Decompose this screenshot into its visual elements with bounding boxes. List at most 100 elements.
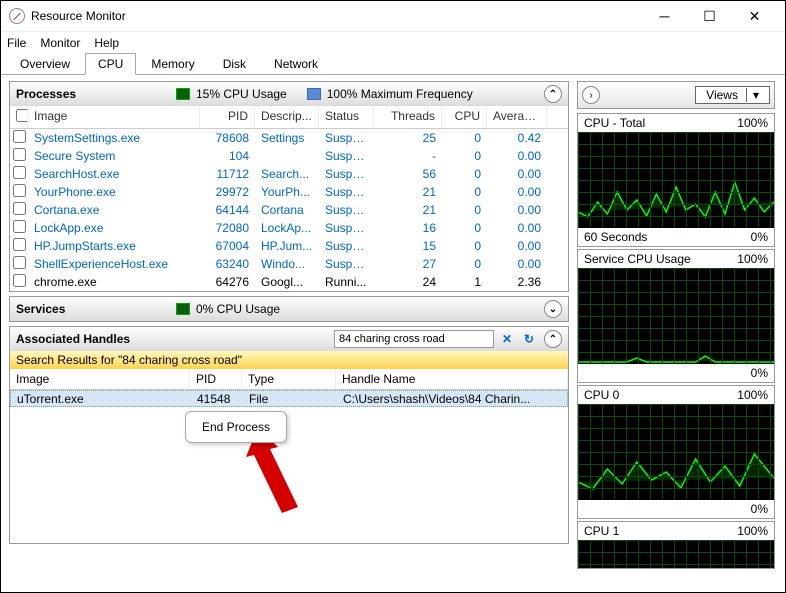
cell-status: Suspe... xyxy=(319,239,374,253)
col-cpu[interactable]: CPU xyxy=(442,106,487,128)
window-controls: ─ ☐ ✕ xyxy=(642,2,777,30)
g2-title: Service CPU Usage xyxy=(584,252,691,266)
cell-desc: YourPh... xyxy=(255,185,319,199)
cell-cpu: 0 xyxy=(442,221,487,235)
g1-chart xyxy=(578,132,774,228)
app-icon xyxy=(9,8,25,24)
menu-bar: File Monitor Help xyxy=(1,31,785,53)
row-checkbox[interactable] xyxy=(13,202,26,215)
col-pid[interactable]: PID xyxy=(200,106,255,128)
cpu-usage-stat: 15% CPU Usage xyxy=(176,87,287,101)
cell-avg: 0.00 xyxy=(487,221,547,235)
g1-title: CPU - Total xyxy=(584,116,645,130)
menu-file[interactable]: File xyxy=(7,36,26,50)
collapse-icon[interactable]: ⌃ xyxy=(544,85,562,103)
col-image[interactable]: Image xyxy=(28,106,200,128)
cell-image: YourPhone.exe xyxy=(28,185,200,199)
cell-cpu: 0 xyxy=(442,131,487,145)
h-type: File xyxy=(243,392,337,406)
processes-rows: SystemSettings.exe78608SettingsSuspe...2… xyxy=(10,129,568,291)
processes-header[interactable]: Processes 15% CPU Usage 100% Maximum Fre… xyxy=(10,82,568,106)
cell-desc: Search... xyxy=(255,167,319,181)
cell-threads: 25 xyxy=(374,131,442,145)
expand-left-icon[interactable]: › xyxy=(582,86,600,104)
maximize-button[interactable]: ☐ xyxy=(687,2,732,30)
tab-disk[interactable]: Disk xyxy=(210,53,259,74)
col-desc[interactable]: Descrip... xyxy=(255,106,319,128)
col-h-pid[interactable]: PID xyxy=(190,369,242,389)
handles-search-input[interactable] xyxy=(334,330,494,348)
cell-image: ShellExperienceHost.exe xyxy=(28,257,200,271)
services-usage-stat: 0% CPU Usage xyxy=(176,302,280,316)
cell-cpu: 0 xyxy=(442,185,487,199)
table-row[interactable]: LockApp.exe72080LockAp...Suspe...1600.00 xyxy=(10,219,568,237)
tab-memory[interactable]: Memory xyxy=(138,53,207,74)
window-title: Resource Monitor xyxy=(31,9,642,23)
cell-avg: 0.00 xyxy=(487,239,547,253)
cell-threads: 16 xyxy=(374,221,442,235)
row-checkbox[interactable] xyxy=(13,274,26,287)
close-button[interactable]: ✕ xyxy=(732,2,777,30)
row-checkbox[interactable] xyxy=(13,220,26,233)
handles-row[interactable]: uTorrent.exe 41548 File C:\Users\shash\V… xyxy=(10,390,568,407)
graph-service-cpu: Service CPU Usage100% 0% xyxy=(577,249,775,383)
col-h-type[interactable]: Type xyxy=(242,369,336,389)
services-header[interactable]: Services 0% CPU Usage ⌄ xyxy=(10,297,568,321)
tab-network[interactable]: Network xyxy=(261,53,331,74)
row-checkbox[interactable] xyxy=(13,166,26,179)
views-button[interactable]: Views▾ xyxy=(695,86,770,104)
g1-pct: 100% xyxy=(737,116,768,130)
collapse-icon[interactable]: ⌄ xyxy=(544,300,562,318)
tab-overview[interactable]: Overview xyxy=(7,53,83,74)
cell-pid: 67004 xyxy=(200,239,255,253)
cell-avg: 0.00 xyxy=(487,203,547,217)
cell-image: LockApp.exe xyxy=(28,221,200,235)
refresh-icon[interactable]: ↻ xyxy=(520,330,538,348)
table-row[interactable]: SearchHost.exe11712Search...Suspe...5600… xyxy=(10,165,568,183)
handles-header[interactable]: Associated Handles ✕ ↻ ⌃ xyxy=(10,327,568,351)
table-row[interactable]: HP.JumpStarts.exe67004HP.Jum...Suspe...1… xyxy=(10,237,568,255)
cell-cpu: 0 xyxy=(442,167,487,181)
g4-pct: 100% xyxy=(737,524,768,538)
services-usage-icon xyxy=(176,303,190,315)
table-row[interactable]: ShellExperienceHost.exe63240Windo...Susp… xyxy=(10,255,568,273)
menu-help[interactable]: Help xyxy=(94,36,119,50)
table-row[interactable]: YourPhone.exe29972YourPh...Suspe...2100.… xyxy=(10,183,568,201)
ctx-end-process[interactable]: End Process xyxy=(186,416,286,438)
clear-search-icon[interactable]: ✕ xyxy=(498,330,516,348)
cell-status: Runni... xyxy=(319,275,374,289)
row-checkbox[interactable] xyxy=(13,148,26,161)
cell-image: SystemSettings.exe xyxy=(28,131,200,145)
menu-monitor[interactable]: Monitor xyxy=(40,36,80,50)
cpu-freq-icon xyxy=(307,88,321,100)
row-checkbox[interactable] xyxy=(13,184,26,197)
cell-cpu: 0 xyxy=(442,257,487,271)
select-all-checkbox[interactable] xyxy=(16,109,28,122)
row-checkbox[interactable] xyxy=(13,130,26,143)
row-checkbox[interactable] xyxy=(13,256,26,269)
g2-pct: 100% xyxy=(737,252,768,266)
context-menu: End Process xyxy=(185,411,287,443)
cell-status: Suspe... xyxy=(319,185,374,199)
g1-foot-r: 0% xyxy=(751,230,768,244)
col-status[interactable]: Status xyxy=(319,106,374,128)
h-name: C:\Users\shash\Videos\84 Charin... xyxy=(337,392,567,406)
minimize-button[interactable]: ─ xyxy=(642,2,687,30)
col-h-name[interactable]: Handle Name xyxy=(336,369,568,389)
cell-pid: 64144 xyxy=(200,203,255,217)
table-row[interactable]: chrome.exe64276Googl...Runni...2412.36 xyxy=(10,273,568,291)
cell-threads: 56 xyxy=(374,167,442,181)
cell-threads: 27 xyxy=(374,257,442,271)
cell-status: Suspe... xyxy=(319,203,374,217)
table-row[interactable]: SystemSettings.exe78608SettingsSuspe...2… xyxy=(10,129,568,147)
tab-cpu[interactable]: CPU xyxy=(85,53,136,75)
row-checkbox[interactable] xyxy=(13,238,26,251)
col-threads[interactable]: Threads xyxy=(374,106,442,128)
table-row[interactable]: Secure System104Suspe...-00.00 xyxy=(10,147,568,165)
cell-pid: 64276 xyxy=(200,275,255,289)
col-h-image[interactable]: Image xyxy=(10,369,190,389)
table-row[interactable]: Cortana.exe64144CortanaSuspe...2100.00 xyxy=(10,201,568,219)
cpu-freq-stat: 100% Maximum Frequency xyxy=(307,87,473,101)
collapse-icon[interactable]: ⌃ xyxy=(544,330,562,348)
col-avg[interactable]: Averag... xyxy=(487,106,547,128)
